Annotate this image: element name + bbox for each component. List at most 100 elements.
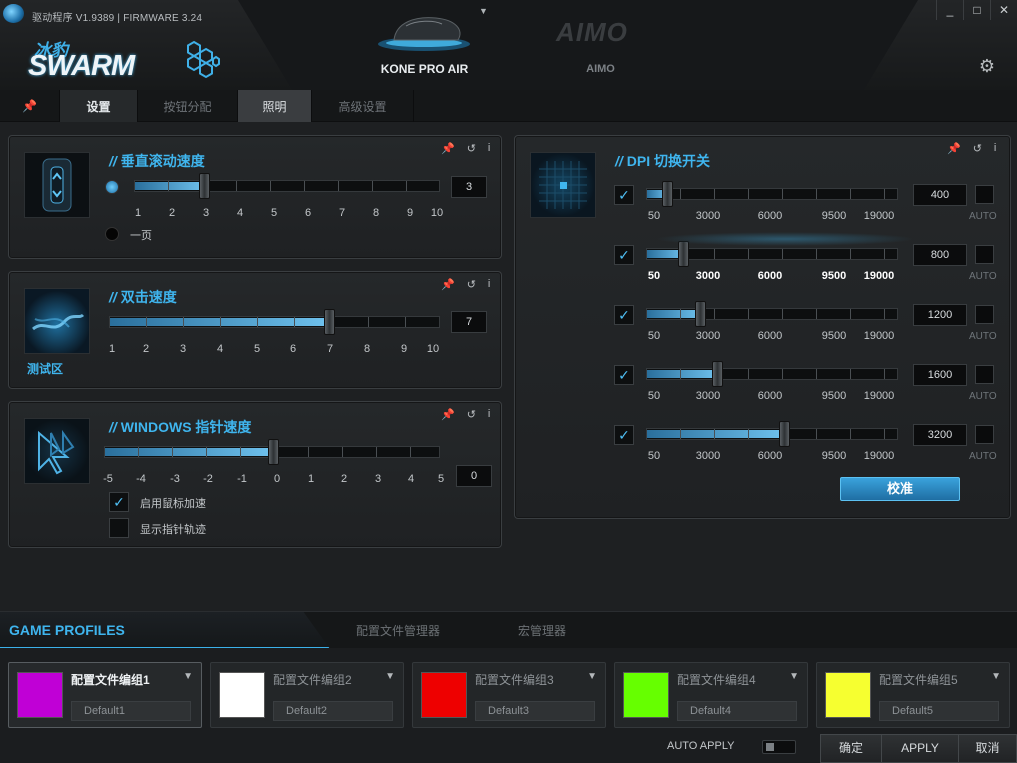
close-button[interactable]: ✕ — [990, 0, 1017, 20]
info-icon[interactable]: i — [994, 142, 996, 155]
tab-advanced-settings[interactable]: 高级设置 — [312, 90, 414, 122]
dpi-value[interactable]: 3200 — [913, 424, 967, 446]
slider-knob[interactable] — [662, 181, 673, 207]
scroll-page-mode-radio[interactable] — [105, 227, 119, 241]
profile-color-swatch[interactable] — [219, 672, 265, 718]
dpi-auto-checkbox[interactable] — [975, 185, 994, 204]
dpi-value[interactable]: 800 — [913, 244, 967, 266]
dpi-enable-checkbox[interactable]: ✓ — [614, 365, 634, 385]
chevron-down-icon[interactable]: ▼ — [991, 671, 1001, 682]
info-icon[interactable]: i — [488, 278, 490, 291]
profile-color-swatch[interactable] — [421, 672, 467, 718]
dpi-slider[interactable] — [646, 421, 898, 447]
dpi-slider[interactable] — [646, 361, 898, 387]
chevron-down-icon[interactable]: ▼ — [385, 671, 395, 682]
device-aimo[interactable]: AIMO AIMO — [548, 0, 653, 90]
ok-button[interactable]: 确定 — [820, 734, 882, 763]
profile-slot[interactable]: 配置文件编组2 ▼ Default2 — [210, 662, 404, 728]
profile-default-field[interactable]: Default2 — [273, 701, 393, 721]
slider-knob[interactable] — [268, 439, 279, 465]
dpi-auto-checkbox[interactable] — [975, 365, 994, 384]
dpi-slider[interactable] — [646, 241, 898, 267]
dpi-value[interactable]: 1200 — [913, 304, 967, 326]
scroll-speed-title: //垂直滚动速度 — [109, 153, 205, 169]
double-click-value[interactable]: 7 — [451, 311, 487, 333]
profile-slot[interactable]: 配置文件编组5 ▼ Default5 — [816, 662, 1010, 728]
slider-knob[interactable] — [199, 173, 210, 199]
reset-icon[interactable]: ↺ — [973, 142, 982, 155]
scroll-line-mode-radio[interactable] — [105, 180, 119, 194]
scale-tick: 6000 — [757, 450, 783, 462]
scroll-speed-value[interactable]: 3 — [451, 176, 487, 198]
dpi-slider[interactable] — [646, 181, 898, 207]
tab-button-assignment[interactable]: 按钮分配 — [138, 90, 238, 122]
dpi-auto-checkbox[interactable] — [975, 305, 994, 324]
dpi-enable-checkbox[interactable]: ✓ — [614, 305, 634, 325]
profile-default-field[interactable]: Default3 — [475, 701, 595, 721]
dpi-slider[interactable] — [646, 301, 898, 327]
pointer-speed-value[interactable]: 0 — [456, 465, 492, 487]
dpi-value[interactable]: 1600 — [913, 364, 967, 386]
reset-icon[interactable]: ↺ — [467, 408, 476, 421]
slider-knob[interactable] — [779, 421, 790, 447]
gear-icon[interactable]: ⚙ — [977, 56, 997, 76]
profile-color-swatch[interactable] — [623, 672, 669, 718]
scale-tick: 3000 — [695, 390, 721, 402]
double-click-test-area[interactable] — [24, 288, 90, 354]
pointer-speed-slider[interactable] — [104, 439, 440, 465]
profile-slot[interactable]: 配置文件编组3 ▼ Default3 — [412, 662, 606, 728]
apply-button[interactable]: APPLY — [881, 734, 959, 763]
panel-tools: 📌 ↺ i — [947, 142, 996, 155]
mouse-acceleration-checkbox[interactable]: ✓ — [109, 492, 129, 512]
tab-settings[interactable]: 设置 — [60, 90, 138, 122]
device-kone-pro-air[interactable]: KONE PRO AIR — [362, 0, 487, 90]
tab-macro-manager[interactable]: 宏管理器 — [518, 622, 566, 639]
profile-color-swatch[interactable] — [825, 672, 871, 718]
calibrate-button[interactable]: 校准 — [840, 477, 960, 501]
game-profiles-title: GAME PROFILES — [9, 622, 125, 638]
dpi-enable-checkbox[interactable]: ✓ — [614, 245, 634, 265]
dpi-enable-checkbox[interactable]: ✓ — [614, 185, 634, 205]
pin-icon[interactable]: 📌 — [441, 142, 455, 155]
dpi-value[interactable]: 400 — [913, 184, 967, 206]
chevron-down-icon[interactable]: ▼ — [587, 671, 597, 682]
slider-knob[interactable] — [695, 301, 706, 327]
pointer-trail-label: 显示指针轨迹 — [140, 524, 206, 536]
pointer-trail-checkbox[interactable] — [109, 518, 129, 538]
profile-color-swatch[interactable] — [17, 672, 63, 718]
pin-icon[interactable]: 📌 — [441, 278, 455, 291]
double-click-slider[interactable] — [109, 309, 440, 335]
profile-default-field[interactable]: Default1 — [71, 701, 191, 721]
minimize-button[interactable]: _ — [936, 0, 963, 20]
pin-icon[interactable]: 📌 — [441, 408, 455, 421]
chevron-down-icon[interactable]: ▼ — [789, 671, 799, 682]
reset-icon[interactable]: ↺ — [467, 278, 476, 291]
dpi-auto-checkbox[interactable] — [975, 245, 994, 264]
profile-slot[interactable]: 配置文件编组4 ▼ Default4 — [614, 662, 808, 728]
dpi-auto-checkbox[interactable] — [975, 425, 994, 444]
profile-default-field[interactable]: Default4 — [677, 701, 797, 721]
slider-knob[interactable] — [712, 361, 723, 387]
profile-name: 配置文件编组3 — [475, 673, 554, 687]
scale-tick: 3 — [202, 207, 210, 219]
chevron-down-icon[interactable]: ▼ — [183, 671, 193, 682]
profile-slot[interactable]: 配置文件编组1 ▼ Default1 — [8, 662, 202, 728]
tab-lighting[interactable]: 照明 — [238, 90, 312, 122]
pin-icon[interactable]: 📌 — [947, 142, 961, 155]
scale-tick: 6000 — [757, 330, 783, 342]
device-dropdown-icon[interactable]: ▼ — [479, 6, 488, 16]
profile-default-field[interactable]: Default5 — [879, 701, 999, 721]
dpi-enable-checkbox[interactable]: ✓ — [614, 425, 634, 445]
auto-apply-toggle[interactable] — [762, 740, 796, 754]
reset-icon[interactable]: ↺ — [467, 142, 476, 155]
cancel-button[interactable]: 取消 — [958, 734, 1017, 763]
info-icon[interactable]: i — [488, 142, 490, 155]
slider-knob[interactable] — [324, 309, 335, 335]
maximize-button[interactable]: □ — [963, 0, 990, 20]
info-icon[interactable]: i — [488, 408, 490, 421]
scroll-speed-slider[interactable] — [134, 173, 440, 199]
pin-tab-icon[interactable]: 📌 — [0, 90, 60, 122]
game-profiles-tab[interactable]: GAME PROFILES — [0, 612, 330, 649]
scale-tick: 9500 — [821, 390, 847, 402]
tab-profile-manager[interactable]: 配置文件管理器 — [356, 622, 440, 639]
